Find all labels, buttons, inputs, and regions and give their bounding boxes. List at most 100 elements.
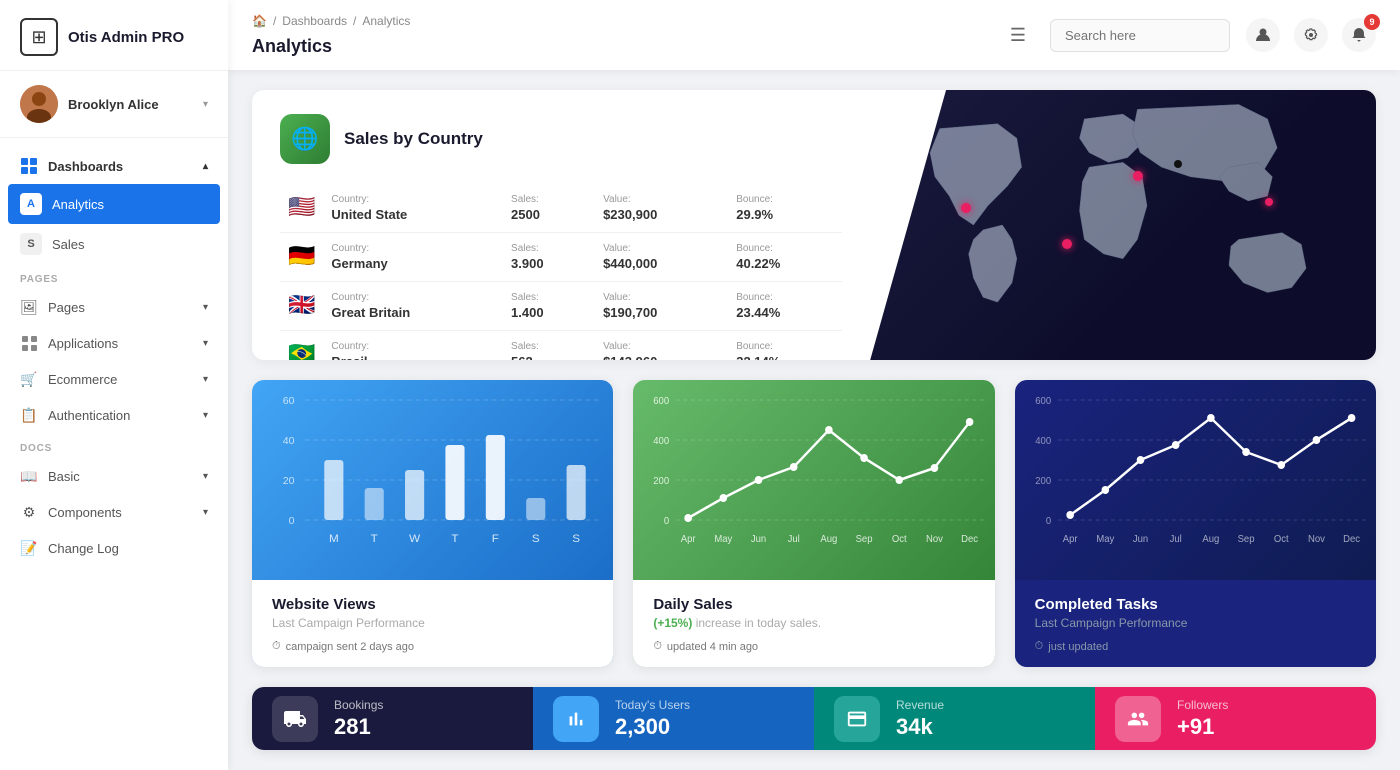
svg-text:Apr: Apr	[1062, 534, 1078, 545]
user-name: Brooklyn Alice	[68, 97, 193, 112]
sidebar-item-dashboards[interactable]: Dashboards ▴	[0, 148, 228, 184]
svg-text:0: 0	[664, 516, 670, 527]
breadcrumb-sep: /	[273, 14, 276, 28]
svg-text:Dec: Dec	[1343, 534, 1360, 545]
svg-text:Oct: Oct	[892, 534, 907, 545]
svg-text:Nov: Nov	[1308, 534, 1325, 545]
website-views-card: 60 40 20 0 M T	[252, 380, 613, 667]
clock-icon: ⏱	[272, 640, 281, 653]
logo-icon: ⊞	[20, 18, 58, 56]
chevron-up-icon: ▴	[203, 161, 208, 172]
flag-icon: 🇺🇸	[288, 194, 315, 219]
country-table: 🇺🇸 Country: United State Sales: 2500 Val…	[280, 184, 842, 360]
svg-text:May: May	[1096, 534, 1114, 545]
breadcrumb-parent: Dashboards	[282, 14, 347, 28]
chart-meta: ⏱ just updated	[1035, 640, 1356, 653]
svg-text:Jul: Jul	[1169, 534, 1181, 545]
completed-tasks-card: 600 400 200 0 Apr	[1015, 380, 1376, 667]
svg-text:60: 60	[283, 396, 295, 407]
sidebar-item-sales[interactable]: S Sales	[0, 224, 228, 264]
stat-label: Revenue	[896, 698, 944, 712]
analytics-letter: A	[20, 193, 42, 215]
svg-text:400: 400	[1035, 436, 1051, 447]
svg-text:Sep: Sep	[856, 534, 873, 545]
sidebar-item-label: Authentication	[48, 408, 130, 423]
pages-icon: 🖼	[20, 298, 38, 316]
content-area: 🌐 Sales by Country 🇺🇸 Country: United St…	[228, 70, 1400, 770]
chart-subtitle: Last Campaign Performance	[1035, 616, 1356, 630]
svg-text:May: May	[715, 534, 733, 545]
svg-text:T: T	[371, 533, 378, 545]
svg-text:Oct: Oct	[1274, 534, 1289, 545]
sidebar-item-label: Ecommerce	[48, 372, 117, 387]
sidebar-item-basic[interactable]: 📖 Basic ▾	[0, 458, 228, 494]
completed-tasks-chart: 600 400 200 0 Apr	[1015, 380, 1376, 580]
notification-badge: 9	[1364, 14, 1380, 30]
stats-row: Bookings 281 Today's Users 2,300	[252, 687, 1376, 750]
sidebar-item-label: Components	[48, 505, 122, 520]
svg-text:F: F	[492, 533, 499, 545]
auth-icon: 📋	[20, 406, 38, 424]
sidebar-item-label: Change Log	[48, 541, 119, 556]
header: 🏠 / Dashboards / Analytics Analytics ☰	[228, 0, 1400, 70]
sidebar-item-ecommerce[interactable]: 🛒 Ecommerce ▾	[0, 361, 228, 397]
table-row: 🇬🇧 Country: Great Britain Sales: 1.400 V…	[280, 282, 842, 331]
dashboards-icon	[20, 157, 38, 175]
sidebar-item-label: Analytics	[52, 197, 104, 212]
chart-meta: ⏱ updated 4 min ago	[653, 640, 974, 653]
chevron-down-icon: ▾	[203, 410, 208, 421]
svg-text:20: 20	[283, 476, 295, 487]
stat-value: 281	[334, 714, 383, 740]
sidebar-item-components[interactable]: ⚙ Components ▾	[0, 494, 228, 530]
sidebar-item-applications[interactable]: Applications ▾	[0, 325, 228, 361]
sidebar-user[interactable]: Brooklyn Alice ▾	[0, 71, 228, 138]
chart-title: Completed Tasks	[1035, 596, 1356, 613]
svg-text:Aug: Aug	[1202, 534, 1219, 545]
svg-text:600: 600	[654, 396, 670, 407]
sales-table-section: 🌐 Sales by Country 🇺🇸 Country: United St…	[252, 90, 870, 360]
country-value: United State	[331, 207, 495, 222]
table-row: 🇩🇪 Country: Germany Sales: 3.900 Value:	[280, 233, 842, 282]
sidebar-item-analytics[interactable]: A Analytics	[8, 184, 220, 224]
notifications-button[interactable]: 9	[1342, 18, 1376, 52]
menu-icon[interactable]: ☰	[1002, 25, 1034, 46]
svg-text:Nov: Nov	[926, 534, 943, 545]
daily-sales-chart: 600 400 200 0	[633, 380, 994, 580]
value-label: Value:	[603, 194, 720, 205]
table-row: 🇧🇷 Country: Brasil Sales: 562 Value:	[280, 331, 842, 361]
stat-value: 2,300	[615, 714, 690, 740]
stat-bookings: Bookings 281	[252, 687, 533, 750]
svg-text:Jul: Jul	[788, 534, 800, 545]
highlight-text: (+15%)	[653, 616, 692, 630]
chart-subtitle: (+15%) increase in today sales.	[653, 616, 974, 630]
svg-text:200: 200	[1035, 476, 1051, 487]
sidebar-item-label: Applications	[48, 336, 118, 351]
chart-title: Website Views	[272, 596, 593, 613]
main-content: 🏠 / Dashboards / Analytics Analytics ☰	[228, 0, 1400, 770]
flag-icon: 🇬🇧	[288, 292, 315, 317]
search-input[interactable]	[1050, 19, 1230, 52]
svg-text:M: M	[329, 533, 339, 545]
sidebar-item-pages[interactable]: 🖼 Pages ▾	[0, 289, 228, 325]
sales-label: Sales:	[511, 194, 587, 205]
sales-by-country-card: 🌐 Sales by Country 🇺🇸 Country: United St…	[252, 90, 1376, 360]
value-value: $230,900	[603, 207, 720, 222]
profile-button[interactable]	[1246, 18, 1280, 52]
daily-sales-card: 600 400 200 0	[633, 380, 994, 667]
chevron-down-icon: ▾	[203, 471, 208, 482]
svg-text:Jun: Jun	[751, 534, 766, 545]
svg-text:400: 400	[654, 436, 670, 447]
sidebar-item-authentication[interactable]: 📋 Authentication ▾	[0, 397, 228, 433]
basic-icon: 📖	[20, 467, 38, 485]
header-icons: 9	[1246, 18, 1376, 52]
revenue-icon	[834, 696, 880, 742]
svg-text:S: S	[532, 533, 540, 545]
charts-row: 60 40 20 0 M T	[252, 380, 1376, 667]
sidebar-item-changelog[interactable]: 📝 Change Log	[0, 530, 228, 566]
flag-icon: 🇩🇪	[288, 243, 315, 268]
stat-revenue: Revenue 34k	[814, 687, 1095, 750]
svg-text:Dec: Dec	[961, 534, 978, 545]
settings-button[interactable]	[1294, 18, 1328, 52]
breadcrumb-sep2: /	[353, 14, 356, 28]
svg-text:Aug: Aug	[821, 534, 838, 545]
